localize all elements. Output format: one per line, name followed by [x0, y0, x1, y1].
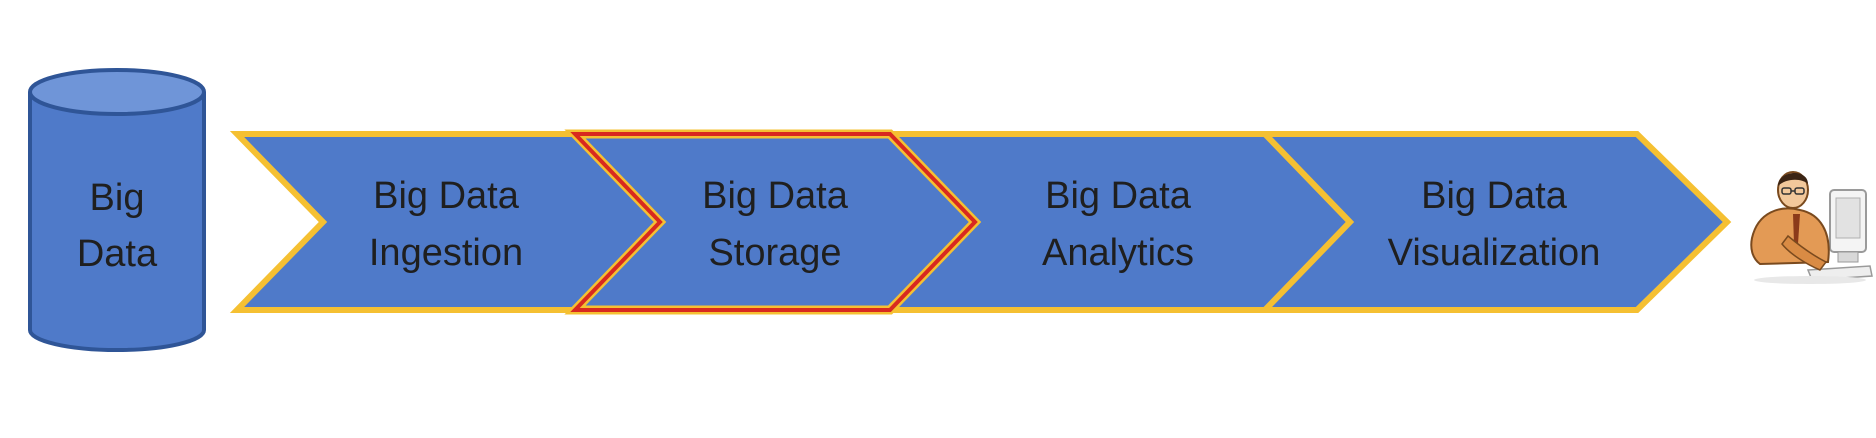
cylinder-body	[28, 92, 206, 352]
cylinder-top	[28, 68, 206, 116]
pipeline-diagram: Big Data Big Data Ingestion Big Data Ana…	[28, 68, 1873, 352]
stage-storage-line2: Storage	[708, 232, 841, 274]
cylinder-label-line1: Big	[90, 177, 145, 219]
stage-analytics-line2: Analytics	[1042, 232, 1194, 274]
stage-storage-line1: Big Data	[702, 175, 849, 217]
stage-visualization-line1: Big Data	[1421, 175, 1568, 217]
stage-analytics-line1: Big Data	[1045, 175, 1192, 217]
cylinder-label-line2: Data	[77, 233, 158, 275]
stage-ingestion-line2: Ingestion	[369, 232, 523, 274]
stage-visualization-line2: Visualization	[1388, 232, 1601, 274]
big-data-cylinder: Big Data	[28, 68, 206, 352]
stage-ingestion-line1: Big Data	[373, 175, 520, 217]
user-at-computer-icon	[1750, 171, 1873, 284]
